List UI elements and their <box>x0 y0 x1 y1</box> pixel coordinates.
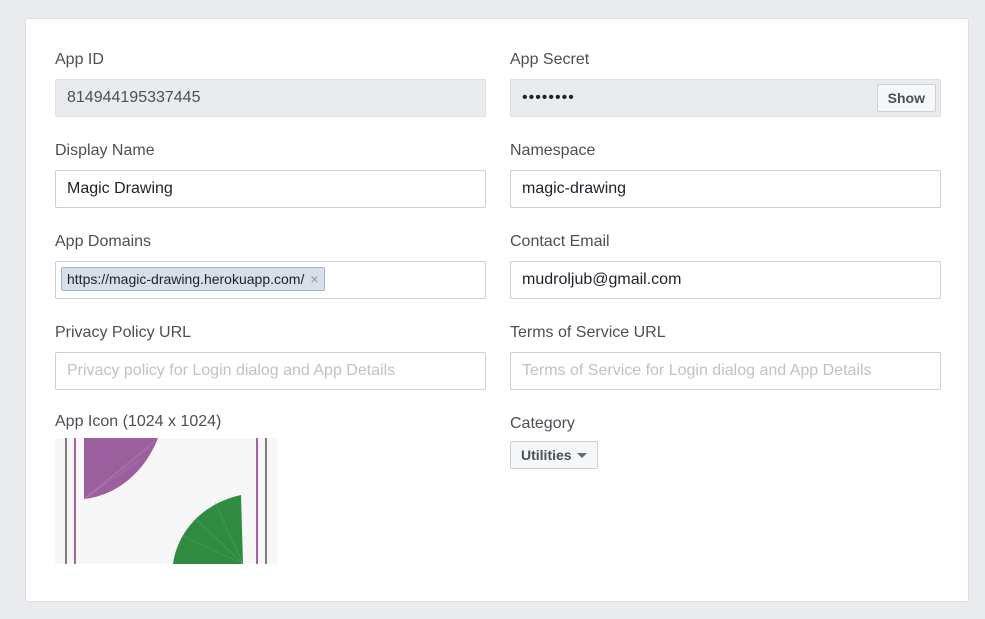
domain-token-text: https://magic-drawing.herokuapp.com/ <box>67 271 305 287</box>
category-dropdown[interactable]: Utilities <box>510 441 598 469</box>
display-name-input[interactable]: Magic Drawing <box>55 170 486 208</box>
namespace-label: Namespace <box>510 142 596 159</box>
app-secret-input[interactable]: •••••••• Show <box>510 79 941 117</box>
contact-email-field: Contact Email mudroljub@gmail.com <box>510 232 941 299</box>
terms-of-service-input[interactable]: Terms of Service for Login dialog and Ap… <box>510 352 941 390</box>
app-domains-field: App Domains https://magic-drawing.heroku… <box>55 232 486 299</box>
app-domains-label: App Domains <box>55 233 152 250</box>
category-field: Category Utilities <box>510 414 941 469</box>
display-name-field: Display Name Magic Drawing <box>55 141 486 208</box>
chevron-down-icon <box>576 452 587 458</box>
settings-panel: App ID 814944195337445 App Secret ••••••… <box>25 18 969 602</box>
terms-of-service-label: Terms of Service URL <box>510 324 666 341</box>
app-secret-field: App Secret •••••••• Show <box>510 50 941 117</box>
app-secret-label: App Secret <box>510 51 590 68</box>
terms-of-service-field: Terms of Service URL Terms of Service fo… <box>510 323 941 390</box>
privacy-policy-input[interactable]: Privacy policy for Login dialog and App … <box>55 352 486 390</box>
display-name-label: Display Name <box>55 142 155 159</box>
app-icon-field: App Icon (1024 x 1024) <box>55 412 486 564</box>
namespace-field: Namespace magic-drawing <box>510 141 941 208</box>
show-secret-button[interactable]: Show <box>876 84 936 112</box>
namespace-input[interactable]: magic-drawing <box>510 170 941 208</box>
app-domains-input[interactable]: https://magic-drawing.herokuapp.com/ × <box>55 261 486 299</box>
domain-token: https://magic-drawing.herokuapp.com/ × <box>61 267 325 291</box>
contact-email-input[interactable]: mudroljub@gmail.com <box>510 261 941 299</box>
app-icon-image[interactable] <box>55 438 277 564</box>
app-icon-label: App Icon (1024 x 1024) <box>55 413 222 430</box>
app-id-input[interactable]: 814944195337445 <box>55 79 486 117</box>
privacy-policy-field: Privacy Policy URL Privacy policy for Lo… <box>55 323 486 390</box>
app-id-field: App ID 814944195337445 <box>55 50 486 117</box>
privacy-policy-label: Privacy Policy URL <box>55 324 192 341</box>
contact-email-label: Contact Email <box>510 233 610 250</box>
remove-token-icon[interactable]: × <box>310 268 318 290</box>
app-id-label: App ID <box>55 51 104 68</box>
app-icon-artwork <box>55 438 277 564</box>
category-label: Category <box>510 415 575 432</box>
app-secret-masked-value: •••••••• <box>522 89 575 106</box>
category-selected-value: Utilities <box>521 447 572 463</box>
